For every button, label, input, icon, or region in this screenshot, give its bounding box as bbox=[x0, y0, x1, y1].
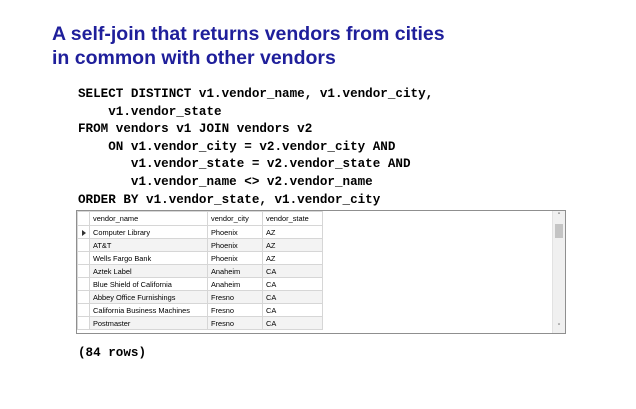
sql-line: ORDER BY v1.vendor_state, v1.vendor_city bbox=[78, 192, 381, 207]
cell-vendor-name[interactable]: Wells Fargo Bank bbox=[89, 251, 208, 265]
sql-line: v1.vendor_state = v2.vendor_state AND bbox=[78, 157, 411, 172]
row-selector[interactable] bbox=[77, 264, 90, 278]
row-pointer-icon bbox=[81, 229, 86, 236]
cell-vendor-state[interactable]: CA bbox=[262, 303, 323, 317]
sql-line: v1.vendor_state bbox=[78, 104, 222, 119]
cell-vendor-state[interactable]: CA bbox=[262, 290, 323, 304]
cell-vendor-name[interactable]: Blue Shield of California bbox=[89, 277, 208, 291]
cell-vendor-state[interactable]: AZ bbox=[262, 238, 323, 252]
row-count-label: (84 rows) bbox=[78, 346, 147, 360]
table-row[interactable]: Abbey Office Furnishings Fresno CA bbox=[77, 290, 323, 304]
cell-vendor-city[interactable]: Fresno bbox=[207, 316, 263, 330]
cell-vendor-city[interactable]: Phoenix bbox=[207, 225, 263, 239]
slide-title: A self-join that returns vendors from ci… bbox=[52, 22, 612, 70]
scroll-up-icon[interactable]: ˄ bbox=[553, 211, 565, 222]
table-row[interactable]: California Business Machines Fresno CA bbox=[77, 303, 323, 317]
table-row[interactable]: Postmaster Fresno CA bbox=[77, 316, 323, 330]
row-selector[interactable] bbox=[77, 303, 90, 317]
sql-code-block: SELECT DISTINCT v1.vendor_name, v1.vendo… bbox=[78, 86, 433, 209]
row-selector[interactable] bbox=[77, 238, 90, 252]
table-row[interactable]: Blue Shield of California Anaheim CA bbox=[77, 277, 323, 291]
sql-line: FROM vendors v1 JOIN vendors v2 bbox=[78, 122, 313, 137]
row-selector[interactable] bbox=[77, 225, 90, 239]
cell-vendor-name[interactable]: California Business Machines bbox=[89, 303, 208, 317]
sql-line: SELECT DISTINCT v1.vendor_name, v1.vendo… bbox=[78, 87, 434, 101]
cell-vendor-state[interactable]: AZ bbox=[262, 251, 323, 265]
column-header-vendor-name[interactable]: vendor_name bbox=[89, 211, 208, 226]
row-selector[interactable] bbox=[77, 316, 90, 330]
cell-vendor-state[interactable]: CA bbox=[262, 277, 323, 291]
cell-vendor-state[interactable]: CA bbox=[262, 264, 323, 278]
sql-line: ON v1.vendor_city = v2.vendor_city AND bbox=[78, 139, 396, 154]
cell-vendor-name[interactable]: AT&T bbox=[89, 238, 208, 252]
column-header-vendor-city[interactable]: vendor_city bbox=[207, 211, 263, 226]
results-grid[interactable]: vendor_name vendor_city vendor_state Com… bbox=[76, 210, 566, 334]
cell-vendor-city[interactable]: Phoenix bbox=[207, 251, 263, 265]
table-row[interactable]: Computer Library Phoenix AZ bbox=[77, 225, 323, 239]
table-row[interactable]: AT&T Phoenix AZ bbox=[77, 238, 323, 252]
scroll-down-icon[interactable]: ˅ bbox=[553, 322, 565, 333]
scrollbar-thumb[interactable] bbox=[555, 224, 563, 238]
row-selector-header[interactable] bbox=[77, 211, 90, 226]
cell-vendor-name[interactable]: Aztek Label bbox=[89, 264, 208, 278]
cell-vendor-state[interactable]: CA bbox=[262, 316, 323, 330]
cell-vendor-name[interactable]: Postmaster bbox=[89, 316, 208, 330]
cell-vendor-city[interactable]: Fresno bbox=[207, 290, 263, 304]
column-header-vendor-state[interactable]: vendor_state bbox=[262, 211, 323, 226]
row-selector[interactable] bbox=[77, 277, 90, 291]
cell-vendor-state[interactable]: AZ bbox=[262, 225, 323, 239]
cell-vendor-city[interactable]: Phoenix bbox=[207, 238, 263, 252]
results-table: vendor_name vendor_city vendor_state Com… bbox=[77, 211, 323, 330]
table-row[interactable]: Aztek Label Anaheim CA bbox=[77, 264, 323, 278]
cell-vendor-city[interactable]: Fresno bbox=[207, 303, 263, 317]
results-header-row: vendor_name vendor_city vendor_state bbox=[77, 211, 323, 226]
slide-title-line-1: A self-join that returns vendors from ci… bbox=[52, 23, 445, 45]
vertical-scrollbar[interactable]: ˄ ˅ bbox=[552, 211, 565, 333]
cell-vendor-name[interactable]: Abbey Office Furnishings bbox=[89, 290, 208, 304]
row-selector[interactable] bbox=[77, 290, 90, 304]
table-row[interactable]: Wells Fargo Bank Phoenix AZ bbox=[77, 251, 323, 265]
cell-vendor-city[interactable]: Anaheim bbox=[207, 277, 263, 291]
cell-vendor-name[interactable]: Computer Library bbox=[89, 225, 208, 239]
cell-vendor-city[interactable]: Anaheim bbox=[207, 264, 263, 278]
row-selector[interactable] bbox=[77, 251, 90, 265]
sql-line: v1.vendor_name <> v2.vendor_name bbox=[78, 174, 373, 189]
slide-title-line-2: in common with other vendors bbox=[52, 47, 336, 69]
